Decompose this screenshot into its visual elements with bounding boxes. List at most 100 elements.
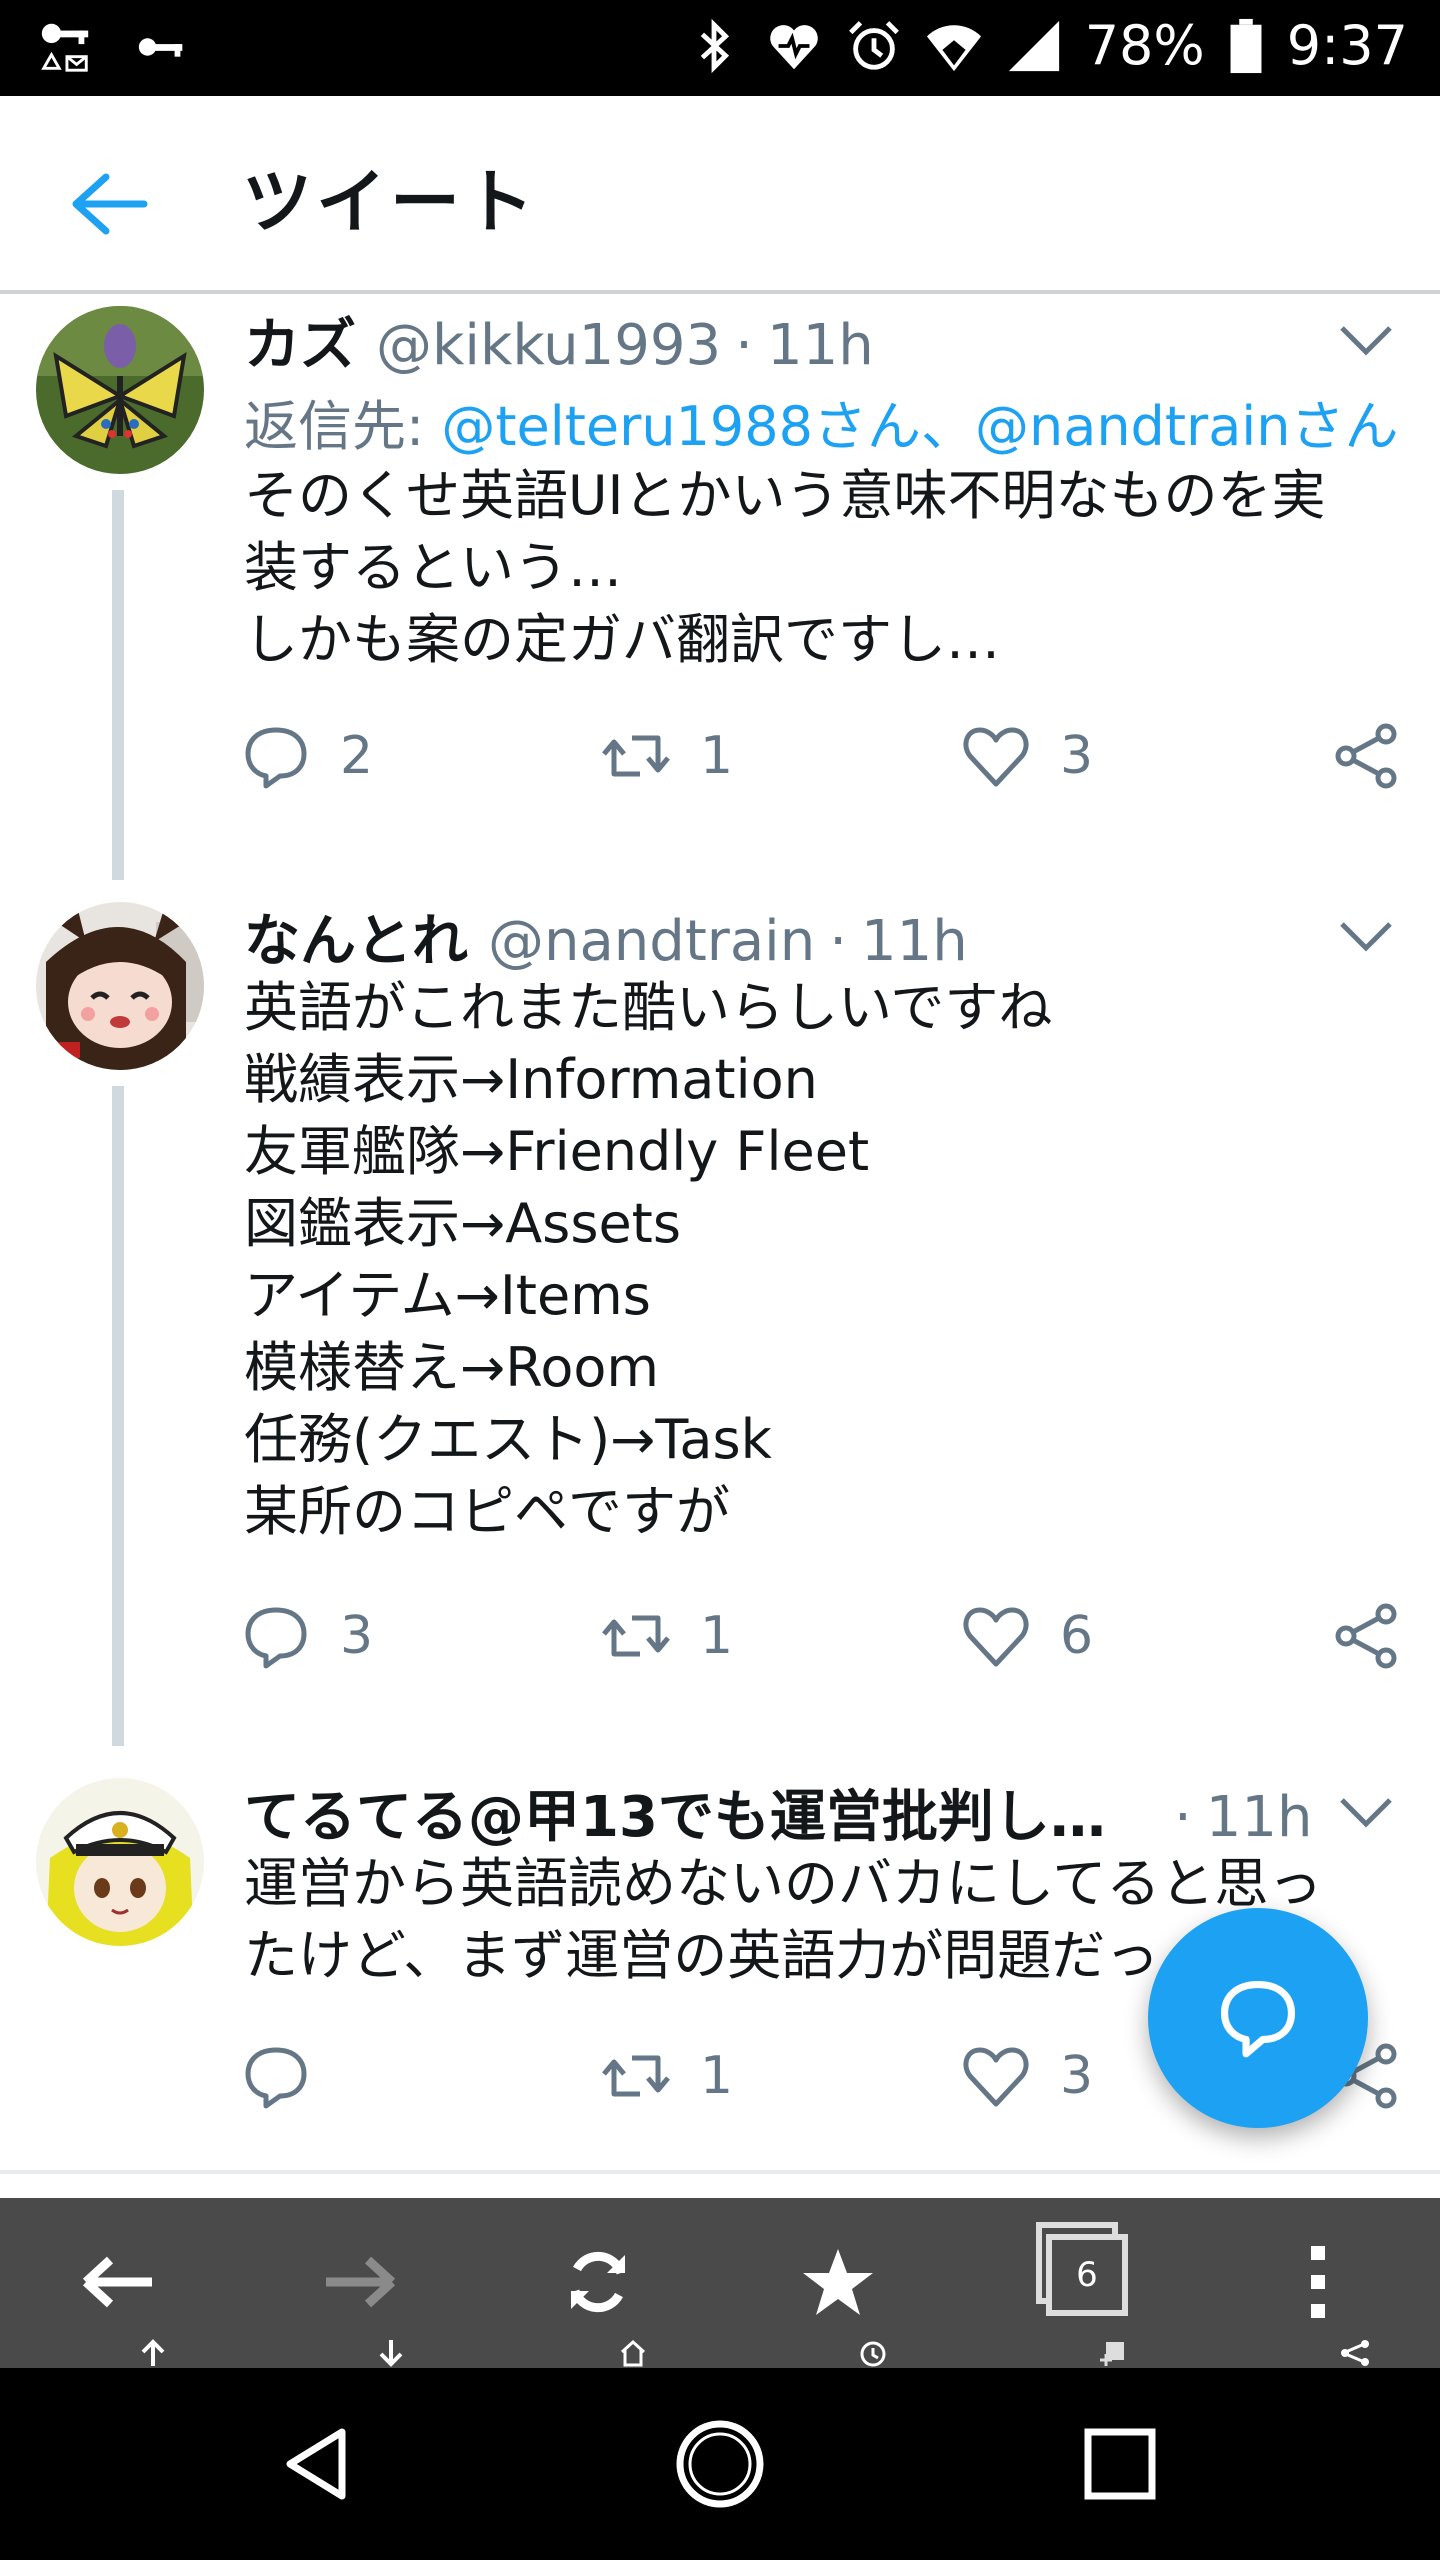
share-icon — [1335, 1603, 1397, 1669]
reply-to-line: 返信先: @telteru1988さん、@nandtrainさん — [244, 382, 1399, 461]
compose-reply-button[interactable] — [1148, 1908, 1368, 2128]
retweet-count: 1 — [700, 2046, 734, 2106]
heart-monitor-icon — [769, 24, 818, 69]
browser-toolbar: 6 — [0, 2198, 1440, 2368]
like-button[interactable]: 3 — [960, 720, 1093, 792]
reply-icon — [245, 1607, 307, 1669]
retweet-button[interactable]: 1 — [600, 720, 733, 792]
display-name[interactable]: なんとれ — [244, 896, 468, 977]
scroll-down-icon — [379, 2340, 403, 2367]
avatar[interactable] — [36, 902, 204, 1070]
retweet-icon — [602, 2055, 670, 2097]
handle[interactable]: @kikku1993 — [376, 313, 721, 378]
page-title: ツイート — [242, 161, 538, 243]
retweet-button[interactable]: 1 — [600, 1600, 733, 1672]
tweet-text: 英語がこれまた酷いらしいですね 戦績表示→Information 友軍艦隊→Fr… — [244, 976, 1053, 1543]
reply-button[interactable]: 2 — [240, 720, 373, 792]
heart-icon — [963, 2047, 1029, 2107]
tweet-actions: 3 1 6 — [240, 1600, 1410, 1690]
retweet-button[interactable]: 1 — [600, 2040, 733, 2112]
retweet-icon — [602, 1615, 670, 1657]
like-count: 6 — [1060, 1606, 1094, 1666]
like-count: 3 — [1060, 2046, 1094, 2106]
display-name[interactable]: カズ — [244, 300, 356, 381]
nav-home-button[interactable] — [620, 2368, 820, 2560]
tweet-header: てるてる@甲13でも運営批判し… · 11h — [244, 1772, 1313, 1853]
alarm-small-icon — [860, 2341, 886, 2367]
tweet-actions: 2 1 3 — [240, 720, 1410, 810]
reply-to-user-link[interactable]: @telteru1988さん — [441, 395, 921, 458]
tweet-text: そのくせ英語UIとかいう意味不明なものを実 装するという… しかも案の定ガバ翻訳… — [244, 464, 1326, 671]
back-button[interactable] — [60, 154, 160, 254]
avatar[interactable] — [36, 306, 204, 474]
reload-icon — [570, 2251, 626, 2313]
anime-avatar-image — [36, 1778, 204, 1946]
alarm-icon — [848, 20, 899, 70]
reply-button[interactable] — [240, 2040, 340, 2112]
clock: 9:37 — [1286, 14, 1408, 77]
new-tab-icon — [1100, 2342, 1124, 2366]
tweet-header: カズ @kikku1993 · 11h — [244, 300, 874, 381]
timestamp: 11h — [861, 909, 968, 974]
handle[interactable]: @nandtrain — [488, 909, 815, 974]
battery-icon — [1230, 18, 1262, 73]
menu-icon — [1311, 2246, 1325, 2318]
app-header: ツイート — [0, 96, 1440, 294]
retweet-count: 1 — [700, 1606, 734, 1666]
anime-avatar-image — [36, 902, 204, 1070]
reply-to-user-link[interactable]: @nandtrainさん — [975, 395, 1399, 458]
like-count: 3 — [1060, 726, 1094, 786]
bookmark-button[interactable] — [738, 2198, 938, 2368]
timestamp: 11h — [766, 313, 874, 378]
forward-icon — [326, 2256, 396, 2308]
browser-back-button[interactable] — [20, 2198, 220, 2368]
separator-dot: · — [1173, 1785, 1192, 1850]
display-name[interactable]: てるてる@甲13でも運営批判し… — [244, 1772, 1106, 1853]
like-button[interactable]: 3 — [960, 2040, 1093, 2112]
chevron-down-icon[interactable] — [1336, 906, 1396, 966]
thread-line — [112, 1086, 124, 1746]
avatar[interactable] — [36, 1778, 204, 1946]
reload-button[interactable] — [498, 2198, 698, 2368]
scroll-up-icon — [141, 2339, 165, 2366]
key-mail-icon — [41, 23, 89, 72]
retweet-count: 1 — [700, 726, 734, 786]
reply-count: 2 — [340, 726, 374, 786]
menu-button[interactable] — [1218, 2198, 1418, 2368]
nav-recents-icon — [1084, 2428, 1156, 2500]
tweet-header: なんとれ @nandtrain · 11h — [244, 896, 968, 977]
like-button[interactable]: 6 — [960, 1600, 1093, 1672]
bookmark-star-icon — [803, 2249, 873, 2315]
reply-button[interactable]: 3 — [240, 1600, 373, 1672]
separator-dot: · — [829, 909, 848, 974]
battery-percent: 78% — [1084, 14, 1205, 77]
chevron-down-icon[interactable] — [1336, 310, 1396, 370]
browser-forward-button[interactable] — [258, 2198, 458, 2368]
reply-to-separator: 、 — [921, 395, 976, 458]
list-divider — [0, 2170, 1440, 2174]
tab-count-badge: 6 — [1046, 2234, 1128, 2316]
share-button[interactable] — [1330, 720, 1402, 792]
chevron-down-icon[interactable] — [1336, 1782, 1396, 1842]
status-bar: 78% 9:37 — [0, 0, 1440, 96]
butterfly-avatar-image — [36, 306, 204, 474]
retweet-icon — [602, 735, 670, 777]
wifi-icon — [926, 24, 981, 71]
home-icon — [620, 2339, 646, 2367]
tabs-button[interactable]: 6 — [978, 2198, 1178, 2368]
reply-to-label: 返信先: — [244, 395, 442, 458]
system-nav-bar — [0, 2368, 1440, 2560]
nav-home-icon — [676, 2420, 764, 2508]
nav-back-icon — [286, 2428, 346, 2500]
signal-icon — [1008, 20, 1059, 71]
bluetooth-icon — [700, 18, 729, 73]
reply-count: 3 — [340, 1606, 374, 1666]
arrow-left-icon — [72, 173, 148, 235]
share-button[interactable] — [1330, 1600, 1402, 1672]
nav-recents-button[interactable] — [1020, 2368, 1220, 2560]
nav-back-button[interactable] — [220, 2368, 420, 2560]
key-icon — [138, 38, 183, 57]
back-icon — [82, 2256, 152, 2308]
separator-dot: · — [735, 313, 753, 378]
speech-bubble-icon — [1220, 1980, 1296, 2058]
